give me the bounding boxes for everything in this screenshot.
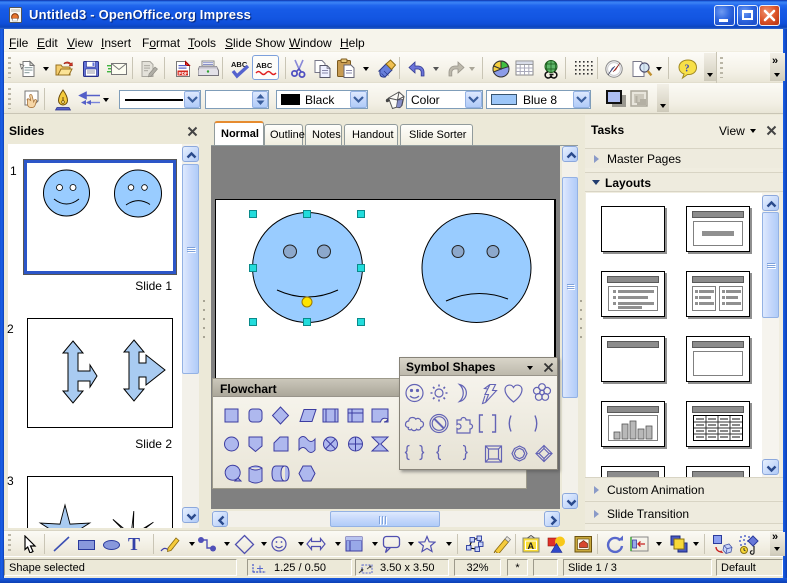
svg-text:PDF: PDF (179, 71, 188, 76)
svg-text:A: A (528, 541, 535, 551)
svg-text:ABC: ABC (256, 61, 273, 70)
svg-text:?: ? (685, 64, 690, 75)
